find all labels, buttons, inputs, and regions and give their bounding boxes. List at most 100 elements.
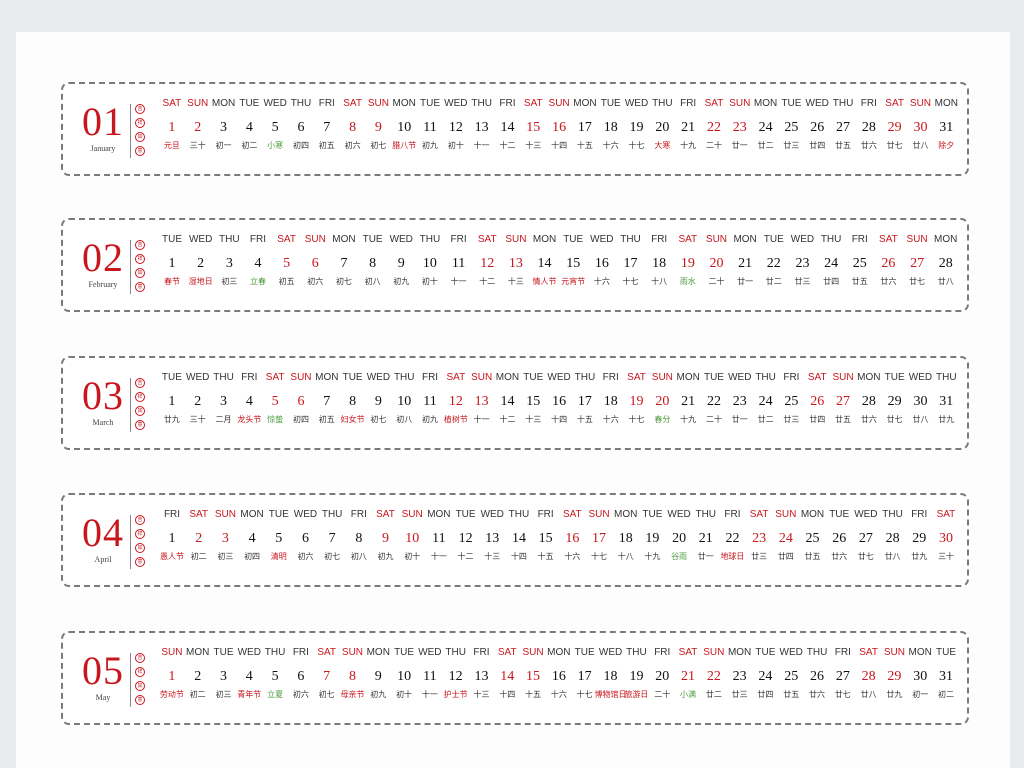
seal-character: 如 — [135, 132, 145, 142]
day-cell: WED 12 初十 — [443, 98, 469, 162]
lunar-date: 初八 — [364, 277, 381, 286]
month-divider — [130, 378, 131, 432]
day-number: 20 — [672, 531, 687, 546]
day-number: 17 — [592, 531, 606, 546]
lunar-date: 廿四 — [757, 690, 774, 699]
day-number: 15 — [526, 120, 541, 135]
day-cell: SAT 12 植树节 — [443, 372, 469, 436]
day-row: FRI 1 愚人节 SAT 2 初二 SUN 3 初三 MON 4 初四 TUE 5 清明 WED 6 初六 THU… — [159, 509, 959, 573]
day-cell: TUE 24 廿四 — [753, 647, 779, 711]
day-number: 2 — [194, 394, 202, 409]
lunar-date: 初三 — [221, 277, 238, 286]
day-number: 6 — [297, 120, 305, 135]
day-number: 12 — [448, 394, 463, 409]
lunar-date: 初十 — [404, 552, 421, 561]
seal-stamp: 吉祥如意 — [135, 653, 147, 705]
lunar-date: 十六 — [602, 141, 619, 150]
weekday-label: MON — [186, 647, 210, 658]
day-number: 16 — [594, 256, 609, 271]
day-cell: FRI 7 初五 — [314, 98, 340, 162]
weekday-label: FRI — [292, 647, 309, 658]
day-cell: SUN 3 初三 — [212, 509, 238, 573]
weekday-label: MON — [857, 372, 881, 383]
lunar-date: 廿六 — [860, 415, 877, 424]
weekday-label: SUN — [505, 234, 527, 245]
weekday-label: MON — [315, 372, 339, 383]
weekday-label: THU — [755, 372, 776, 383]
day-cell: FRI 29 廿九 — [906, 509, 932, 573]
weekday-label: MON — [934, 98, 958, 109]
weekday-label: TUE — [455, 509, 476, 520]
weekday-label: TUE — [268, 509, 289, 520]
day-cell: WED 30 廿八 — [908, 372, 934, 436]
day-cell: SUN 24 廿四 — [773, 509, 799, 573]
day-cell: WED 9 初九 — [388, 234, 414, 298]
day-number: 25 — [805, 531, 820, 546]
lunar-date: 廿九 — [938, 415, 955, 424]
day-cell: MON 21 廿一 — [732, 234, 758, 298]
day-number: 23 — [732, 669, 747, 684]
day-cell: SAT 16 十六 — [559, 509, 585, 573]
lunar-date: 腊八节 — [392, 141, 417, 150]
lunar-date: 十四 — [499, 690, 516, 699]
day-number: 25 — [784, 394, 799, 409]
weekday-label: THU — [820, 234, 842, 245]
weekday-label: MON — [547, 647, 571, 658]
day-cell: SAT 12 十二 — [474, 234, 500, 298]
day-cell: SAT 28 廿八 — [856, 647, 882, 711]
day-number: 12 — [448, 120, 463, 135]
weekday-label: WED — [667, 509, 691, 520]
day-cell: SAT 1 元旦 — [159, 98, 185, 162]
lunar-date: 十一 — [473, 141, 490, 150]
day-number: 18 — [603, 669, 618, 684]
day-cell: TUE 1 廿九 — [159, 372, 185, 436]
day-cell: FRI 14 十二 — [495, 98, 521, 162]
lunar-date: 十二 — [457, 552, 474, 561]
month-number: 03 — [82, 373, 124, 418]
day-number: 7 — [340, 256, 348, 271]
day-number: 13 — [474, 669, 489, 684]
day-cell: THU 12 护士节 — [443, 647, 469, 711]
day-number: 15 — [526, 394, 541, 409]
day-cell: SUN 13 十三 — [503, 234, 529, 298]
day-number: 19 — [629, 394, 644, 409]
lunar-date: 初六 — [344, 141, 361, 150]
weekday-label: WED — [188, 234, 213, 245]
lunar-date: 廿三 — [783, 415, 800, 424]
month-strip: 03 March 吉祥如意 TUE 1 廿九 WED 2 三十 THU 3 二月 FRI 4 龙头节 SAT 5… — [61, 356, 969, 450]
day-number: 3 — [221, 531, 229, 546]
day-number: 30 — [913, 669, 928, 684]
day-cell: SAT 19 雨水 — [675, 234, 701, 298]
weekday-label: MON — [753, 98, 778, 109]
month-number: 04 — [82, 510, 124, 555]
day-cell: SAT 7 初七 — [314, 647, 340, 711]
lunar-date: 植树节 — [443, 415, 468, 424]
day-number: 18 — [652, 256, 667, 271]
day-number: 10 — [397, 120, 412, 135]
weekday-label: WED — [547, 372, 571, 383]
lunar-date: 廿六 — [809, 690, 826, 699]
day-cell: SUN 27 廿五 — [830, 372, 856, 436]
lunar-date: 廿九 — [163, 415, 180, 424]
lunar-date: 湿地日 — [188, 277, 213, 286]
day-cell: FRI 21 十九 — [675, 98, 701, 162]
day-cell: MON 14 十二 — [495, 372, 521, 436]
lunar-date: 二十 — [708, 277, 725, 286]
day-cell: WED 5 小寒 — [262, 98, 288, 162]
day-cell: FRI 1 愚人节 — [159, 509, 185, 573]
lunar-date: 龙头节 — [237, 415, 262, 424]
lunar-date: 初四 — [244, 552, 261, 561]
weekday-label: SUN — [341, 647, 364, 658]
weekday-label: THU — [321, 509, 343, 520]
weekday-label: WED — [186, 372, 210, 383]
weekday-label: SUN — [367, 98, 389, 109]
weekday-label: THU — [290, 98, 312, 109]
lunar-date: 初七 — [335, 277, 352, 286]
lunar-date: 二月 — [215, 415, 232, 424]
day-number: 18 — [618, 531, 633, 546]
seal-character: 吉 — [135, 378, 145, 388]
lunar-date: 春节 — [164, 277, 180, 286]
day-number: 10 — [405, 531, 420, 546]
weekday-label: WED — [418, 647, 442, 658]
day-number: 9 — [397, 256, 405, 271]
